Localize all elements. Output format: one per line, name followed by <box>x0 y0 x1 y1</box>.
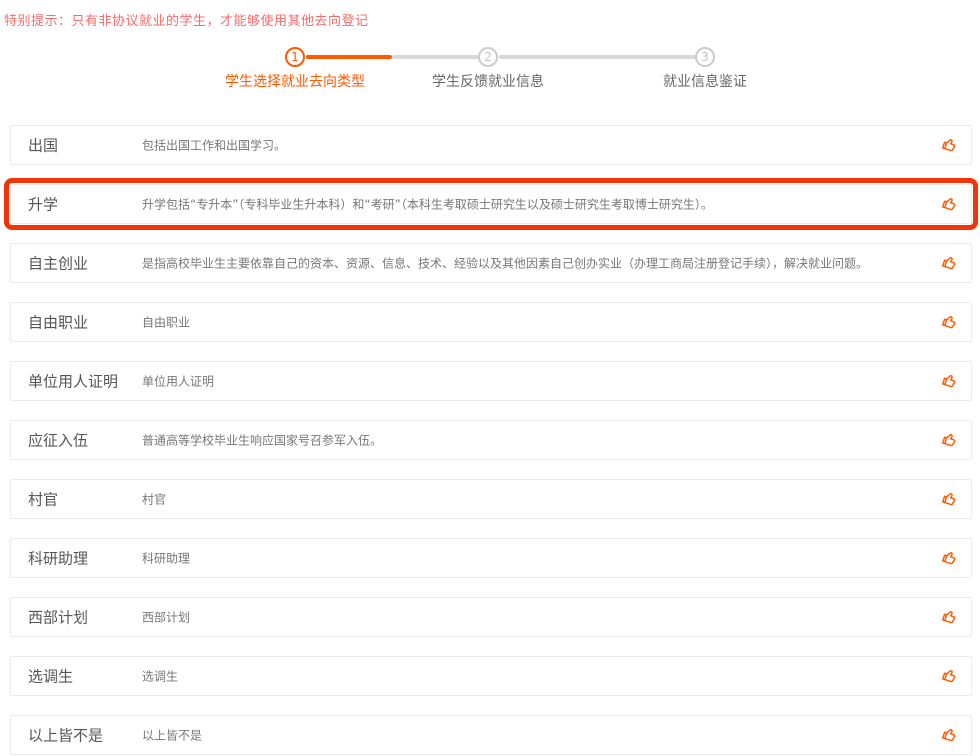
option-description: 包括出国工作和出国学习。 <box>142 137 286 154</box>
option-row-shengxue[interactable]: 升学 升学包括“专升本”（专科毕业生升本科）和“考研”（本科生考取硕士研究生以及… <box>10 184 972 224</box>
thumb-up-icon[interactable] <box>940 371 960 391</box>
option-description: 自由职业 <box>142 314 190 331</box>
option-row-danweiyongrenzhengming[interactable]: 单位用人证明 单位用人证明 <box>10 361 972 401</box>
option-description: 西部计划 <box>142 609 190 626</box>
step-3-label: 就业信息鉴证 <box>663 71 747 91</box>
option-description: 以上皆不是 <box>142 727 202 744</box>
thumb-up-icon[interactable] <box>940 430 960 450</box>
step-3-circle: 3 <box>695 47 715 67</box>
option-row-ziyouzhiye[interactable]: 自由职业 自由职业 <box>10 302 972 342</box>
thumb-up-icon[interactable] <box>940 489 960 509</box>
option-label: 以上皆不是 <box>28 725 103 746</box>
option-description: 是指高校毕业生主要依靠自己的资本、资源、信息、技术、经验以及其他因素自己创办实业… <box>142 255 868 272</box>
employment-destination-page: 特别提示：只有非协议就业的学生，才能够使用其他去向登记 1 2 3 学生选择就业… <box>0 0 980 756</box>
option-description: 升学包括“专升本”（专科毕业生升本科）和“考研”（本科生考取硕士研究生以及硕士研… <box>142 196 713 213</box>
thumb-up-icon[interactable] <box>940 194 960 214</box>
step-2-label: 学生反馈就业信息 <box>432 71 544 91</box>
thumb-up-icon[interactable] <box>940 725 960 745</box>
stepper-line-1-2 <box>392 55 479 59</box>
option-label: 单位用人证明 <box>28 371 118 392</box>
option-description: 单位用人证明 <box>142 373 214 390</box>
option-label: 应征入伍 <box>28 430 88 451</box>
special-notice-text: 特别提示：只有非协议就业的学生，才能够使用其他去向登记 <box>4 10 369 29</box>
thumb-up-icon[interactable] <box>940 135 960 155</box>
option-label: 选调生 <box>28 666 73 687</box>
option-row-keyanzhuli[interactable]: 科研助理 科研助理 <box>10 538 972 578</box>
option-description: 选调生 <box>142 668 178 685</box>
option-row-yingzhengruwu[interactable]: 应征入伍 普通高等学校毕业生响应国家号召参军入伍。 <box>10 420 972 460</box>
option-label: 升学 <box>28 194 58 215</box>
option-description: 科研助理 <box>142 550 190 567</box>
stepper-progress-line <box>306 55 392 59</box>
option-description: 村官 <box>142 491 166 508</box>
thumb-up-icon[interactable] <box>940 607 960 627</box>
option-label: 村官 <box>28 489 58 510</box>
option-row-yishangjiebushi[interactable]: 以上皆不是 以上皆不是 <box>10 715 972 755</box>
option-label: 西部计划 <box>28 607 88 628</box>
thumb-up-icon[interactable] <box>940 253 960 273</box>
step-1-circle: 1 <box>285 47 305 67</box>
step-1-label: 学生选择就业去向类型 <box>225 71 365 91</box>
option-label: 科研助理 <box>28 548 88 569</box>
option-description: 普通高等学校毕业生响应国家号召参军入伍。 <box>142 432 382 449</box>
option-label: 自由职业 <box>28 312 88 333</box>
thumb-up-icon[interactable] <box>940 312 960 332</box>
option-row-zizhuchuangye[interactable]: 自主创业 是指高校毕业生主要依靠自己的资本、资源、信息、技术、经验以及其他因素自… <box>10 243 972 283</box>
thumb-up-icon[interactable] <box>940 666 960 686</box>
option-label: 自主创业 <box>28 253 88 274</box>
option-row-chuguo[interactable]: 出国 包括出国工作和出国学习。 <box>10 125 972 165</box>
step-2-circle: 2 <box>478 47 498 67</box>
stepper-line-2-3 <box>499 55 696 59</box>
option-row-xuandiaosheng[interactable]: 选调生 选调生 <box>10 656 972 696</box>
option-row-xibujihua[interactable]: 西部计划 西部计划 <box>10 597 972 637</box>
option-row-cunguan[interactable]: 村官 村官 <box>10 479 972 519</box>
thumb-up-icon[interactable] <box>940 548 960 568</box>
option-label: 出国 <box>28 135 58 156</box>
